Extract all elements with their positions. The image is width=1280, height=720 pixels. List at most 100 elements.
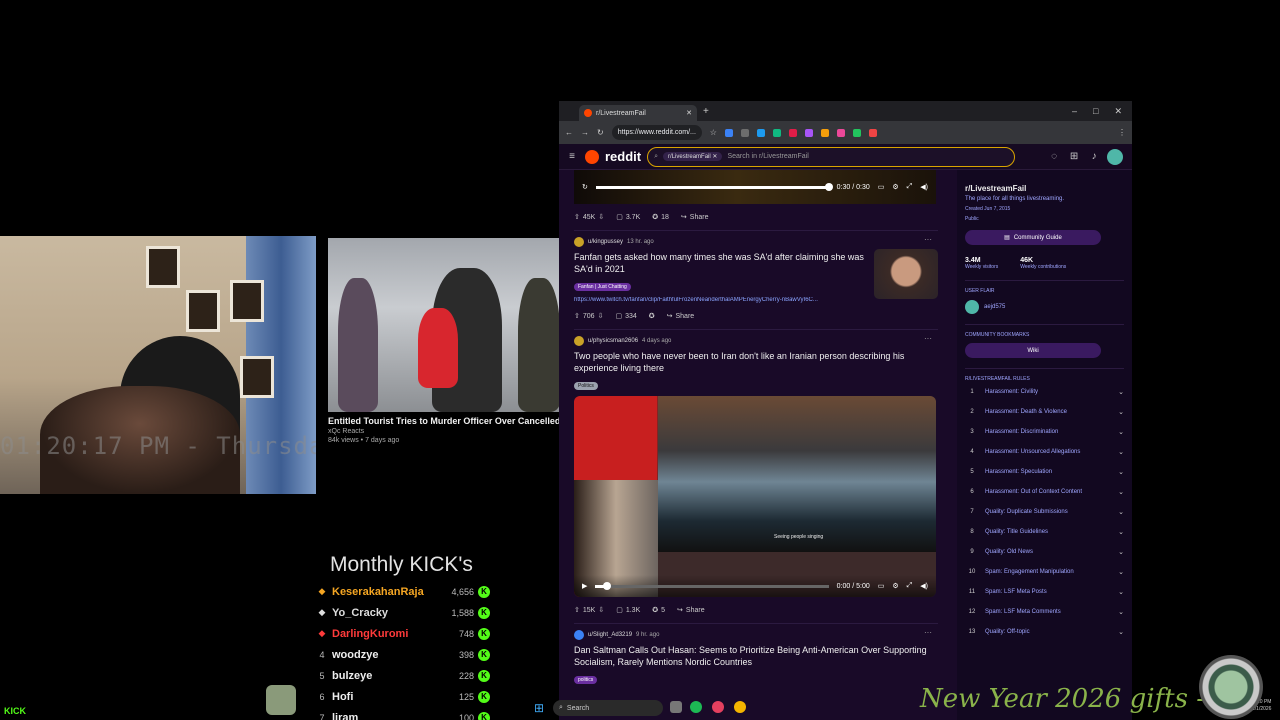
comments-button[interactable]: ▢ 3.7K [616, 213, 640, 222]
post-flair[interactable]: politics [574, 676, 598, 684]
chrome-icon[interactable] [734, 701, 746, 713]
rule-item[interactable]: 4 Harassment: Unsourced Allegations ⌄ [965, 442, 1124, 462]
wiki-button[interactable]: Wiki [965, 343, 1101, 358]
chevron-down-icon[interactable]: ⌄ [1118, 608, 1124, 616]
extension-icon[interactable] [788, 128, 797, 137]
replay-icon[interactable]: ↻ [582, 183, 588, 191]
forward-icon[interactable]: → [581, 128, 589, 137]
extension-icon[interactable] [836, 128, 845, 137]
more-options-icon[interactable]: ··· [924, 334, 932, 343]
windows-start-icon[interactable]: ⊞ [534, 701, 544, 715]
award-button[interactable]: ✪ 5 [652, 606, 665, 615]
chevron-down-icon[interactable]: ⌄ [1118, 568, 1124, 576]
chat-icon[interactable]: ◌ [1047, 151, 1061, 162]
close-tab-icon[interactable]: ✕ [686, 109, 692, 117]
rule-item[interactable]: 6 Harassment: Out of Context Content ⌄ [965, 482, 1124, 502]
chevron-down-icon[interactable]: ⌄ [1118, 408, 1124, 416]
post-author[interactable]: u/Slight_Ad3219 [588, 632, 632, 638]
rule-item[interactable]: 13 Quality: Off-topic ⌄ [965, 622, 1124, 642]
comments-button[interactable]: ▢ 1.3K [616, 606, 640, 615]
captions-icon[interactable]: ▭ [878, 582, 885, 590]
chevron-down-icon[interactable]: ⌄ [1118, 588, 1124, 596]
reddit-logo-icon[interactable] [585, 149, 599, 164]
award-button[interactable]: ✪ [649, 312, 655, 320]
chevron-down-icon[interactable]: ⌄ [1118, 548, 1124, 556]
url-field[interactable]: https://www.reddit.com/... [611, 125, 702, 140]
app-icon[interactable] [712, 701, 724, 713]
back-icon[interactable]: ← [565, 128, 573, 137]
avatar[interactable] [1107, 148, 1124, 165]
video-player[interactable]: Seeing people singing ▶ 0:00 / 5:00 ▭ ⚙ … [574, 396, 936, 597]
minimize-button[interactable]: – [1072, 106, 1077, 117]
share-button[interactable]: ↪ Share [681, 213, 709, 222]
video-progress-bar[interactable] [595, 581, 829, 590]
settings-icon[interactable]: ⚙ [892, 582, 898, 590]
comments-button[interactable]: ▢ 334 [615, 312, 636, 321]
post-card[interactable]: u/Slight_Ad3219 9 hr. ago ··· Dan Saltman… [574, 623, 938, 686]
rule-item[interactable]: 5 Harassment: Speculation ⌄ [965, 462, 1124, 482]
settings-icon[interactable]: ⚙ [892, 183, 898, 191]
extension-icon[interactable] [820, 128, 829, 137]
rule-item[interactable]: 8 Quality: Title Guidelines ⌄ [965, 522, 1124, 542]
volume-icon[interactable]: ◀) [920, 582, 928, 590]
extension-icon[interactable] [852, 128, 861, 137]
post-title[interactable]: Dan Saltman Calls Out Hasan: Seems to Pr… [574, 644, 938, 668]
avatar[interactable] [574, 630, 584, 640]
post-link[interactable]: https://www.twitch.tv/fanfan/clip/Faithf… [574, 297, 869, 303]
award-button[interactable]: ✪ 18 [652, 213, 669, 222]
post-author[interactable]: u/physicsman2606 [588, 338, 638, 344]
rule-item[interactable]: 7 Quality: Duplicate Submissions ⌄ [965, 502, 1124, 522]
extension-icon[interactable] [804, 128, 813, 137]
chevron-down-icon[interactable]: ⌄ [1118, 468, 1124, 476]
user-flair[interactable]: aejd575 [965, 300, 1124, 314]
play-icon[interactable]: ▶ [582, 582, 587, 590]
maximize-button[interactable]: □ [1093, 106, 1098, 117]
file-explorer-icon[interactable] [670, 701, 682, 713]
community-guide-button[interactable]: ▤ Community Guide [965, 230, 1101, 245]
vote-control[interactable]: ⇧ 45K ⇩ [574, 213, 604, 222]
browser-menu-icon[interactable]: ⋮ [1118, 128, 1126, 137]
more-options-icon[interactable]: ··· [924, 235, 932, 244]
fullscreen-icon[interactable]: ⤢ [907, 582, 913, 590]
post-thumbnail[interactable] [874, 249, 938, 299]
rule-item[interactable]: 11 Spam: LSF Meta Posts ⌄ [965, 582, 1124, 602]
rule-item[interactable]: 3 Harassment: Discrimination ⌄ [965, 422, 1124, 442]
channel-name[interactable]: xQc Reacts [328, 428, 560, 435]
video-progress-bar[interactable] [595, 182, 833, 191]
chevron-down-icon[interactable]: ⌄ [1118, 488, 1124, 496]
post-title[interactable]: Fanfan gets asked how many times she was… [574, 251, 866, 275]
share-button[interactable]: ↪ Share [667, 312, 695, 321]
video-player-controls[interactable]: ↻ 0:30 / 0:30 ▭ ⚙ ⤢ ◀) [574, 170, 936, 204]
vote-control[interactable]: ⇧ 706 ⇩ [574, 312, 603, 321]
taskbar-search[interactable]: ⌕ Search [553, 700, 663, 716]
video-controls[interactable]: ▶ 0:00 / 5:00 ▭ ⚙ ⤢ ◀) [574, 575, 936, 597]
rule-item[interactable]: 2 Harassment: Death & Violence ⌄ [965, 402, 1124, 422]
chevron-down-icon[interactable]: ⌄ [1118, 508, 1124, 516]
volume-icon[interactable]: ◀) [920, 183, 928, 191]
post-card[interactable]: u/kingpussey 13 hr. ago ··· Fanfan gets a… [574, 230, 938, 326]
chevron-down-icon[interactable]: ⌄ [1118, 388, 1124, 396]
extension-icon[interactable] [772, 128, 781, 137]
extension-icon[interactable] [868, 128, 877, 137]
post-flair[interactable]: Politics [574, 382, 598, 390]
rule-item[interactable]: 9 Quality: Old News ⌄ [965, 542, 1124, 562]
chevron-down-icon[interactable]: ⌄ [1118, 528, 1124, 536]
video-thumbnail[interactable] [328, 238, 560, 412]
share-button[interactable]: ↪ Share [677, 606, 705, 615]
post-author[interactable]: u/kingpussey [588, 239, 623, 245]
reload-icon[interactable]: ↻ [597, 128, 604, 137]
vote-control[interactable]: ⇧ 15K ⇩ [574, 606, 604, 615]
chevron-down-icon[interactable]: ⌄ [1118, 628, 1124, 636]
post-flair[interactable]: Fanfan | Just Chatting [574, 283, 631, 291]
avatar[interactable] [574, 237, 584, 247]
rule-item[interactable]: 1 Harassment: Civility ⌄ [965, 382, 1124, 402]
post-card[interactable]: u/physicsman2606 4 days ago ··· Two peopl… [574, 329, 938, 620]
post-title[interactable]: Two people who have never been to Iran d… [574, 350, 938, 374]
close-window-button[interactable]: ✕ [1114, 106, 1122, 117]
extension-icon[interactable] [740, 128, 749, 137]
extension-icon[interactable] [756, 128, 765, 137]
rule-item[interactable]: 12 Spam: LSF Meta Comments ⌄ [965, 602, 1124, 622]
community-name[interactable]: r/LivestreamFail [965, 184, 1124, 193]
chevron-down-icon[interactable]: ⌄ [1118, 428, 1124, 436]
more-options-icon[interactable]: ··· [924, 628, 932, 637]
